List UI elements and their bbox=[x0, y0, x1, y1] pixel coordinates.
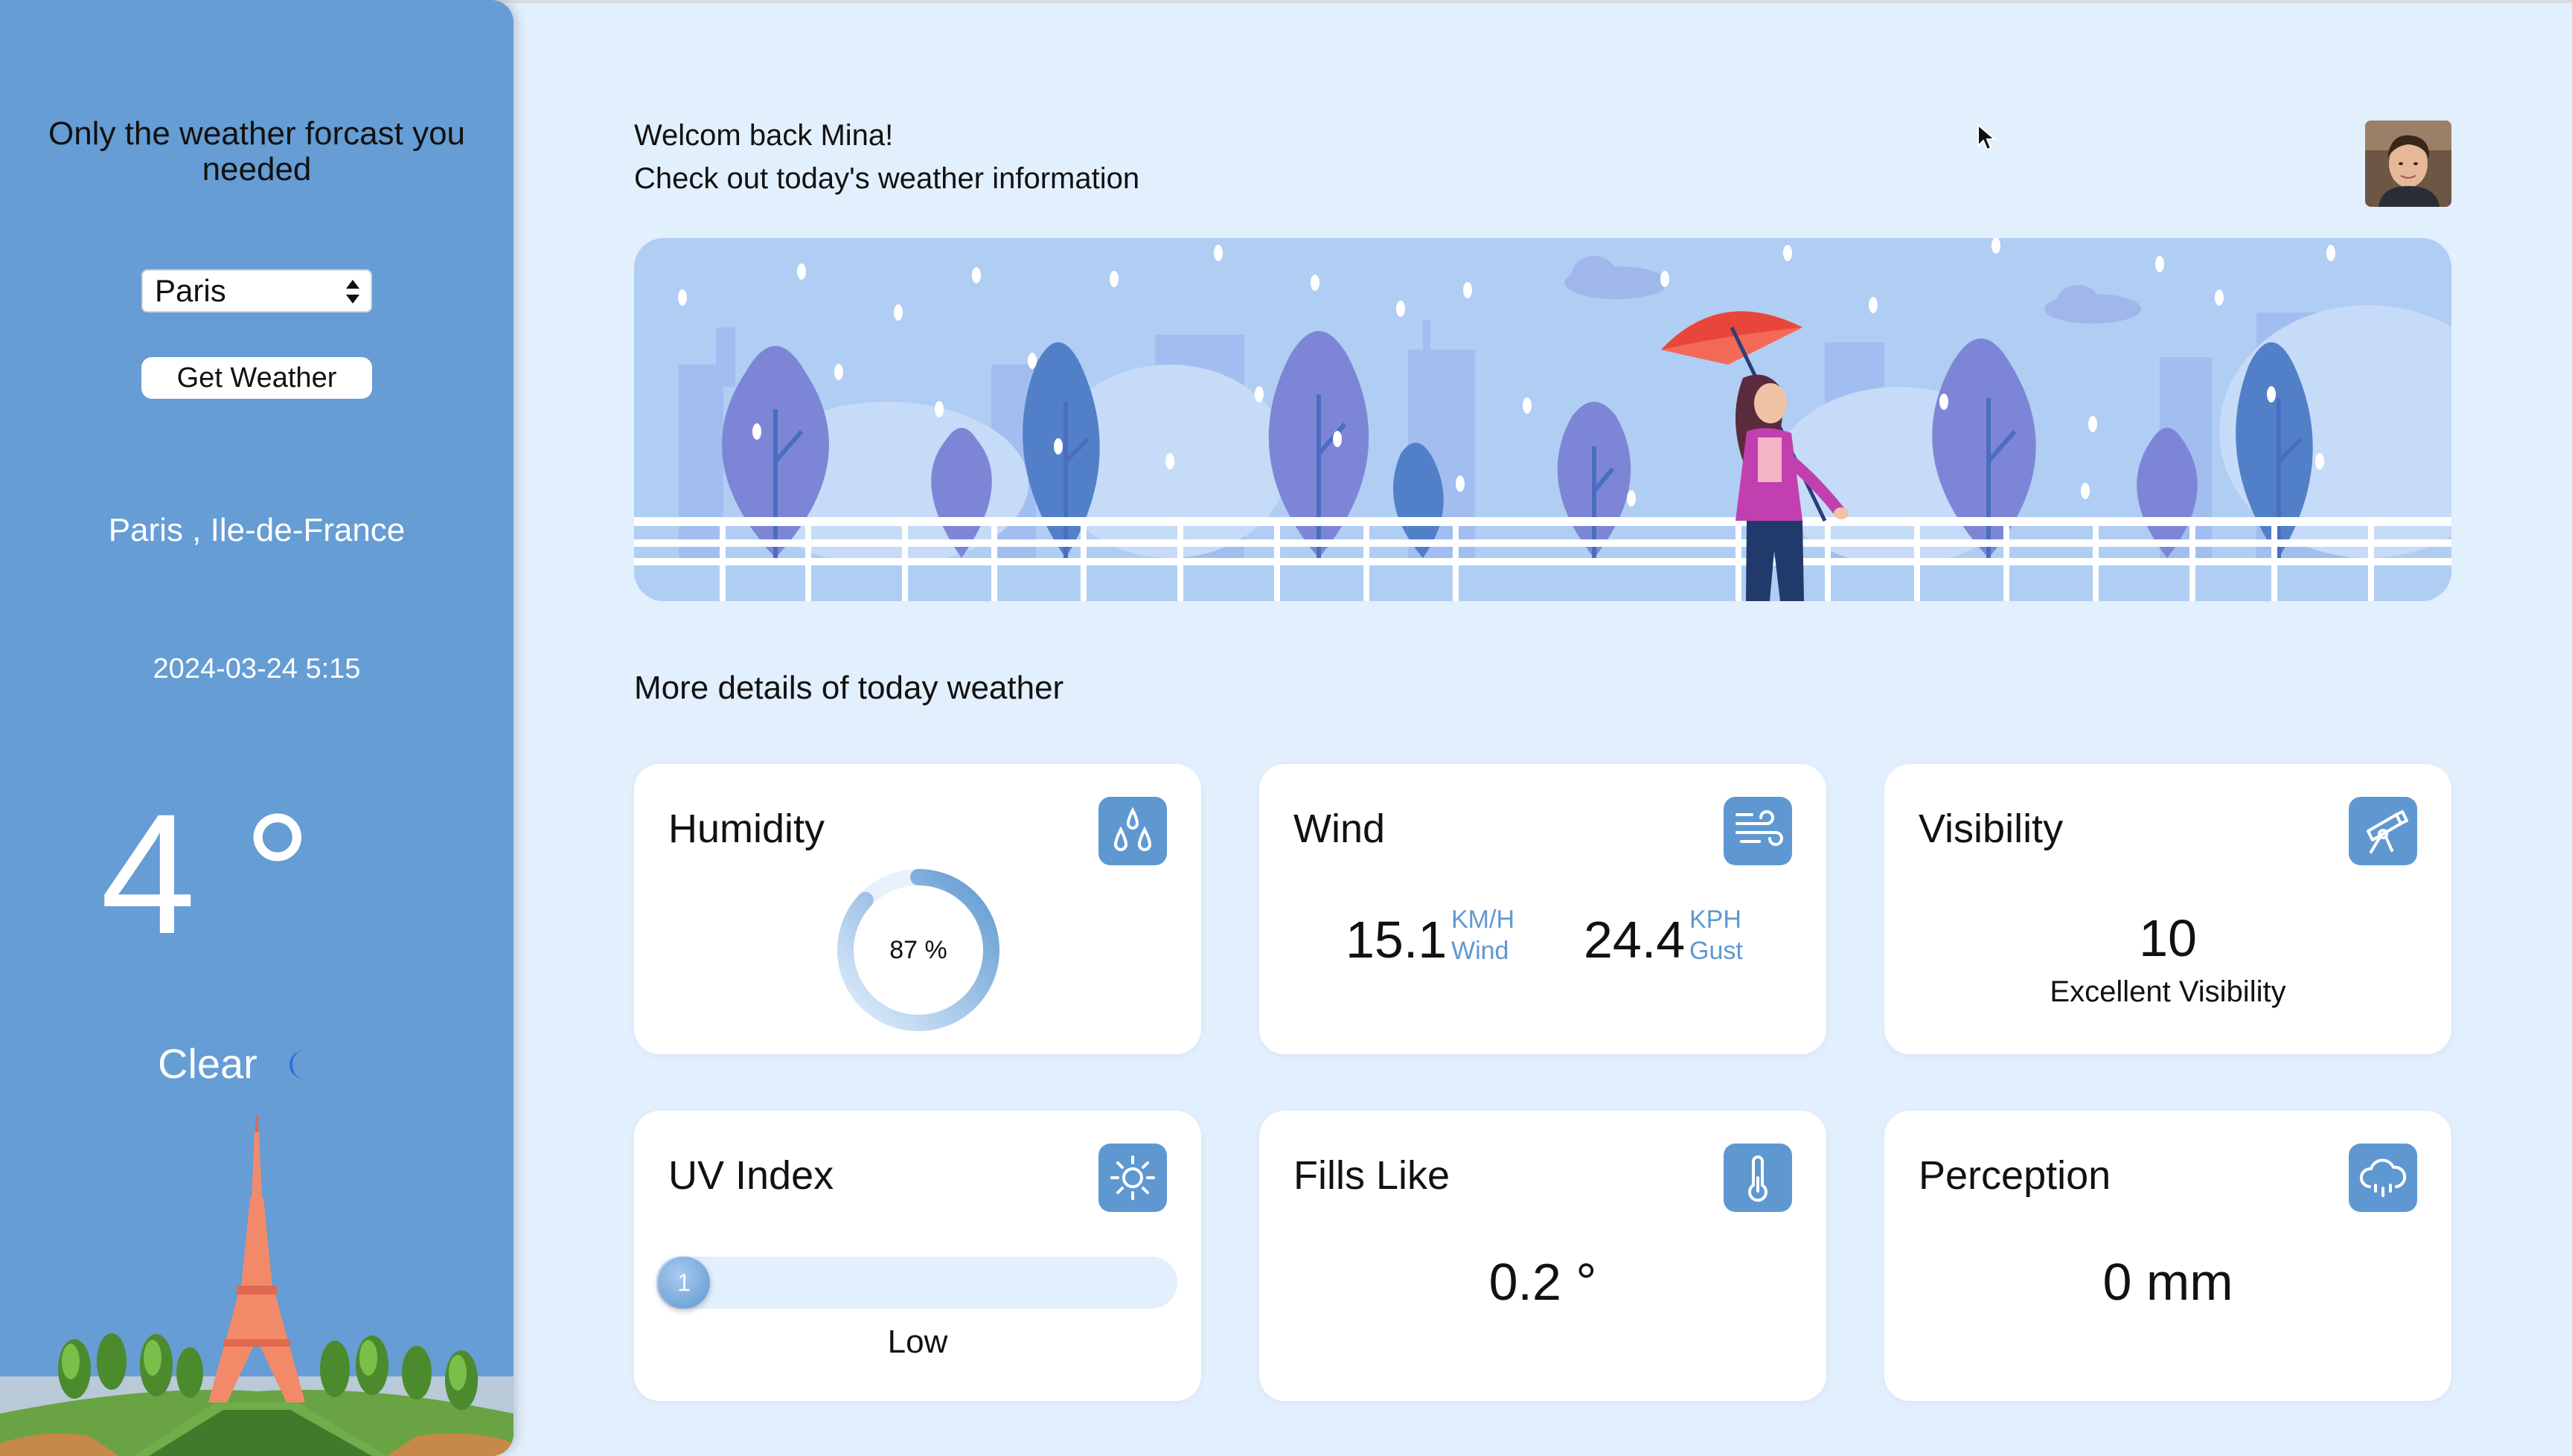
gust-speed-value: 24.4 bbox=[1584, 911, 1686, 969]
uv-index-label: Low bbox=[887, 1324, 948, 1360]
city-select[interactable]: Paris bbox=[141, 269, 372, 312]
wind-card: Wind 15.1 KM/H Wind 24.4 KPH Gust bbox=[1259, 764, 1826, 1054]
visibility-title: Visibility bbox=[1919, 806, 2064, 851]
mouse-cursor-icon bbox=[1977, 124, 1996, 151]
visibility-value: 10 bbox=[2139, 909, 2197, 967]
feels-like-card: Fills Like 0.2 ° bbox=[1259, 1111, 1826, 1401]
location-label: Paris , Ile-de-France bbox=[108, 512, 406, 548]
rainy-park-illustration bbox=[634, 238, 2451, 601]
select-arrows-icon bbox=[346, 280, 359, 304]
wind-icon bbox=[1724, 797, 1792, 865]
wind-speed-unit: KM/H bbox=[1451, 905, 1514, 934]
crescent-moon-icon bbox=[289, 1051, 304, 1079]
user-avatar[interactable] bbox=[2365, 121, 2451, 207]
welcome-subtitle: Check out today's weather information bbox=[634, 162, 1140, 195]
gust-speed-unit: KPH bbox=[1689, 905, 1741, 934]
city-select-value: Paris bbox=[155, 273, 226, 308]
wind-speed-label: Wind bbox=[1451, 937, 1509, 965]
get-weather-button[interactable]: Get Weather bbox=[141, 357, 372, 399]
uv-index-title: UV Index bbox=[668, 1153, 834, 1198]
visibility-label: Excellent Visibility bbox=[2050, 975, 2286, 1008]
precipitation-title: Perception bbox=[1919, 1153, 2111, 1198]
avatar-image bbox=[2365, 121, 2451, 207]
wind-title: Wind bbox=[1293, 806, 1386, 851]
uv-index-card: UV Index 1 Low bbox=[634, 1111, 1201, 1401]
feels-like-value: 0.2 ° bbox=[1488, 1253, 1597, 1311]
uv-index-value: 1 bbox=[658, 1257, 710, 1309]
feels-like-title: Fills Like bbox=[1293, 1153, 1450, 1198]
details-section-title: More details of today weather bbox=[634, 670, 1064, 706]
gust-speed-label: Gust bbox=[1689, 937, 1743, 965]
current-temperature: 4 ° bbox=[100, 778, 312, 969]
app-tagline: Only the weather forcast you needed bbox=[48, 115, 466, 187]
uv-index-bar: 1 bbox=[656, 1257, 1177, 1309]
humidity-title: Humidity bbox=[668, 806, 825, 851]
precipitation-card: Perception 0 mm bbox=[1884, 1111, 2451, 1401]
eiffel-tower-illustration bbox=[0, 1116, 514, 1456]
welcome-greeting: Welcom back Mina! bbox=[634, 119, 894, 152]
sidebar: Only the weather forcast you needed Pari… bbox=[0, 0, 514, 1456]
sun-icon bbox=[1098, 1144, 1167, 1212]
water-drops-icon bbox=[1098, 797, 1167, 865]
weather-banner-illustration bbox=[634, 238, 2451, 601]
humidity-value: 87 % bbox=[889, 936, 947, 964]
datetime-label: 2024-03-24 5:15 bbox=[153, 653, 361, 684]
rain-cloud-icon bbox=[2349, 1144, 2417, 1212]
visibility-card: Visibility 10 Excellent Visibility bbox=[1884, 764, 2451, 1054]
telescope-icon bbox=[2349, 797, 2417, 865]
thermometer-icon bbox=[1724, 1144, 1792, 1212]
humidity-card: Humidity 87 % bbox=[634, 764, 1201, 1054]
precipitation-value: 0 mm bbox=[2102, 1253, 2233, 1311]
wind-speed-value: 15.1 bbox=[1346, 911, 1447, 969]
weather-condition: Clear bbox=[158, 1040, 257, 1087]
